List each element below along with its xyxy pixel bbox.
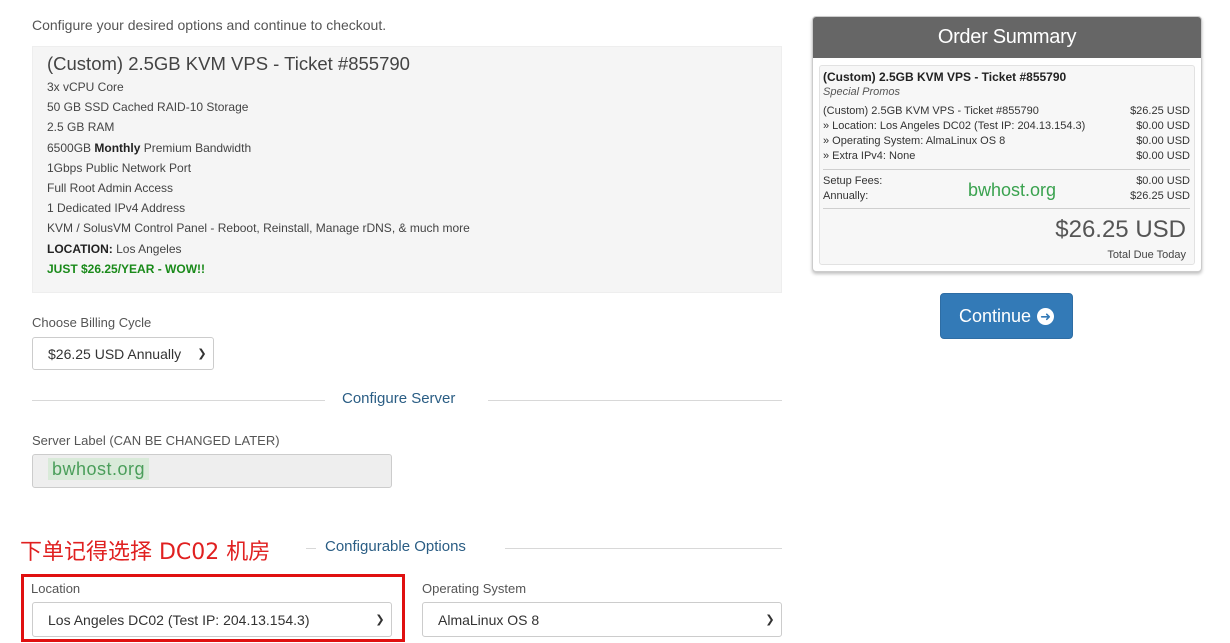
highlight-box bbox=[21, 574, 405, 642]
feature-item: 2.5 GB RAM bbox=[47, 120, 115, 135]
continue-button[interactable]: Continue ➜ bbox=[940, 293, 1073, 339]
divider bbox=[823, 208, 1190, 209]
bandwidth-desc: Premium Bandwidth bbox=[143, 140, 252, 155]
billing-cycle-label: Choose Billing Cycle bbox=[32, 315, 152, 330]
promo-text: JUST $26.25/YEAR - WOW!! bbox=[47, 261, 206, 276]
feature-bandwidth: 6500GB Monthly Premium Bandwidth bbox=[47, 138, 767, 158]
line-item-label: » Operating System: AlmaLinux OS 8 bbox=[823, 135, 1006, 147]
os-select[interactable]: AlmaLinux OS 8 ❯ bbox=[422, 602, 782, 637]
summary-product-name: (Custom) 2.5GB KVM VPS - Ticket #855790 bbox=[823, 70, 1067, 84]
divider bbox=[32, 400, 325, 401]
order-summary-body: (Custom) 2.5GB KVM VPS - Ticket #855790 … bbox=[819, 65, 1195, 265]
annotation-note: 下单记得选择 DC02 机房 bbox=[20, 540, 271, 565]
watermark-text: bwhost.org bbox=[968, 180, 1057, 200]
location-label: LOCATION: bbox=[47, 241, 113, 256]
feature-item: KVM / SolusVM Control Panel - Reboot, Re… bbox=[47, 221, 470, 236]
total-due-label: Total Due Today bbox=[1107, 249, 1186, 261]
product-title: (Custom) 2.5GB KVM VPS - Ticket #855790 bbox=[47, 53, 410, 74]
line-item-label: » Extra IPv4: None bbox=[823, 150, 916, 162]
summary-line-item: » Extra IPv4: None $0.00 USD bbox=[823, 149, 1190, 164]
chevron-down-icon: ❯ bbox=[765, 614, 775, 626]
order-summary-heading: Order Summary bbox=[813, 17, 1201, 58]
summary-line-item: » Location: Los Angeles DC02 (Test IP: 2… bbox=[823, 119, 1190, 134]
line-item-price: $0.00 USD bbox=[1136, 150, 1190, 162]
feature-item: 3x vCPU Core bbox=[47, 80, 124, 94]
billing-cycle-value: $26.25 USD Annually bbox=[48, 345, 182, 362]
intro-text: Configure your desired options and conti… bbox=[32, 17, 387, 33]
summary-line-item: (Custom) 2.5GB KVM VPS - Ticket #855790 … bbox=[823, 104, 1190, 119]
feature-item: 50 GB SSD Cached RAID-10 Storage bbox=[47, 100, 249, 115]
chevron-down-icon: ❯ bbox=[197, 348, 207, 360]
os-select-label: Operating System bbox=[422, 581, 527, 596]
configure-server-heading: Configure Server bbox=[342, 390, 456, 407]
feature-item: 1 Dedicated IPv4 Address bbox=[47, 201, 186, 216]
feature-item: 1Gbps Public Network Port bbox=[47, 160, 192, 175]
setup-fees-label: Setup Fees: bbox=[823, 175, 883, 187]
location-value: Los Angeles bbox=[116, 241, 182, 256]
line-item-price: $0.00 USD bbox=[1136, 120, 1190, 132]
server-label-value: bwhost.org bbox=[48, 458, 150, 480]
divider bbox=[823, 169, 1190, 170]
divider bbox=[306, 548, 316, 549]
summary-line-item: » Operating System: AlmaLinux OS 8 $0.00… bbox=[823, 134, 1190, 149]
total-due-amount: $26.25 USD bbox=[1055, 216, 1186, 243]
server-label-label: Server Label (CAN BE CHANGED LATER) bbox=[32, 433, 280, 448]
line-item-price: $26.25 USD bbox=[1130, 105, 1190, 117]
divider bbox=[505, 548, 782, 549]
bandwidth-period: Monthly bbox=[94, 140, 141, 155]
feature-location: LOCATION: Los Angeles bbox=[47, 239, 767, 259]
line-item-label: » Location: Los Angeles DC02 (Test IP: 2… bbox=[823, 120, 1086, 132]
billing-cycle-select[interactable]: $26.25 USD Annually ❯ bbox=[32, 337, 214, 370]
order-summary-panel: Order Summary (Custom) 2.5GB KVM VPS - T… bbox=[812, 16, 1202, 272]
continue-label: Continue bbox=[958, 305, 1032, 326]
line-item-label: (Custom) 2.5GB KVM VPS - Ticket #855790 bbox=[823, 105, 1039, 117]
product-info-panel: (Custom) 2.5GB KVM VPS - Ticket #855790 … bbox=[32, 46, 782, 293]
annually-label: Annually: bbox=[823, 190, 869, 202]
configurable-options-heading: Configurable Options bbox=[325, 538, 466, 555]
bandwidth-amount: 6500GB bbox=[47, 140, 92, 155]
divider bbox=[488, 400, 782, 401]
annually-price: $26.25 USD bbox=[1130, 190, 1190, 202]
feature-item: Full Root Admin Access bbox=[47, 181, 174, 196]
arrow-right-circle-icon: ➜ bbox=[1037, 307, 1055, 325]
line-item-price: $0.00 USD bbox=[1136, 135, 1190, 147]
summary-product-category: Special Promos bbox=[823, 86, 901, 98]
os-select-value: AlmaLinux OS 8 bbox=[438, 611, 540, 628]
setup-fees-price: $0.00 USD bbox=[1136, 175, 1190, 187]
